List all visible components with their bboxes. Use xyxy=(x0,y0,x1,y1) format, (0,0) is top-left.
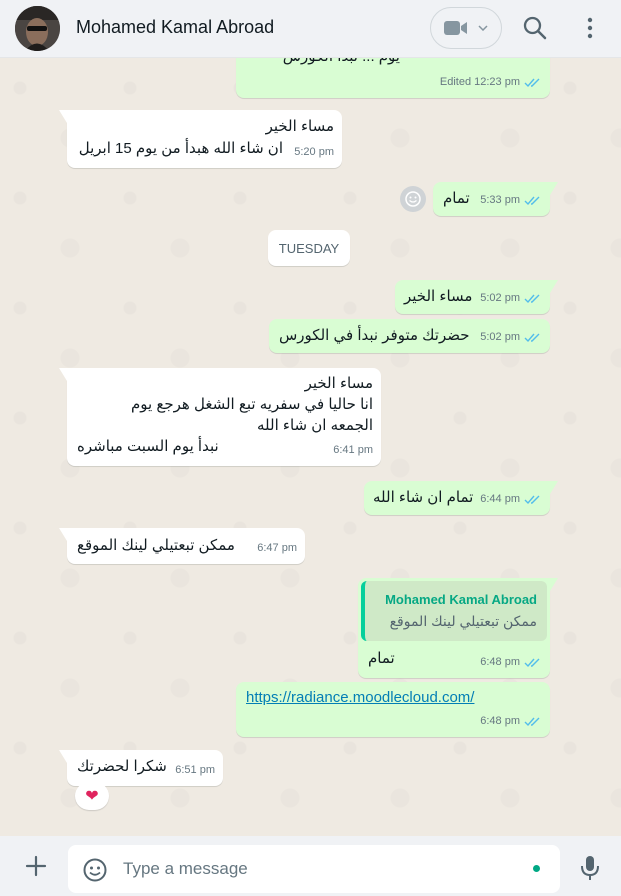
microphone-icon[interactable] xyxy=(580,854,600,882)
video-call-button[interactable] xyxy=(430,7,502,49)
search-icon[interactable] xyxy=(521,14,549,42)
attach-plus-icon[interactable] xyxy=(24,854,48,878)
message-meta: 5:33 pm xyxy=(480,190,542,211)
message-meta: 5:02 pm xyxy=(480,327,542,348)
message-text: تمام xyxy=(368,650,395,667)
message-text: تمام ان شاء الله xyxy=(373,489,474,506)
emoji-icon[interactable] xyxy=(82,857,108,883)
message-meta: 6:48 pm xyxy=(480,711,542,732)
message-out[interactable]: مساء الخير 5:02 pm xyxy=(395,280,558,314)
message-text: ممكن تبعتيلي لينك الموقع xyxy=(77,537,235,554)
message-line: ان شاء الله هبدأ من يوم 15 ابريل xyxy=(78,140,283,157)
message-link[interactable]: https://radiance.moodlecloud.com/ xyxy=(246,687,474,708)
message-input[interactable] xyxy=(123,854,523,884)
message-out[interactable]: يوم ... نبدأ الكورس Edited 12:23 pm xyxy=(236,58,550,98)
message-meta: 6:44 pm xyxy=(480,489,542,510)
message-out[interactable]: حضرتك متوفر نبدأ في الكورس 5:02 pm xyxy=(269,319,550,353)
message-meta: Edited 12:23 pm xyxy=(440,72,542,93)
quote-text: ممكن تبعتيلي لينك الموقع xyxy=(389,613,537,629)
read-receipt-icon xyxy=(524,495,540,505)
message-in[interactable]: مساء الخير انا حاليا في سفريه تبع الشغل … xyxy=(59,368,381,466)
message-out[interactable]: Mohamed Kamal Abroad ممكن تبعتيلي لينك ا… xyxy=(358,578,558,678)
chat-area[interactable]: يوم ... نبدأ الكورس Edited 12:23 pm مساء… xyxy=(0,58,621,836)
message-meta: 5:02 pm xyxy=(480,288,542,309)
message-meta: 6:48 pm xyxy=(480,652,542,673)
message-in[interactable]: مساء الخير ان شاء الله هبدأ من يوم 15 اب… xyxy=(59,110,342,168)
message-out[interactable]: https://radiance.moodlecloud.com/ 6:48 p… xyxy=(236,682,550,737)
chevron-down-icon xyxy=(478,25,488,31)
message-out[interactable]: تمام 5:33 pm xyxy=(433,182,558,216)
message-line: نبدأ يوم السبت مباشره xyxy=(77,438,219,455)
message-line: انا حاليا في سفريه تبع الشغل هرجع يوم xyxy=(131,396,373,413)
message-text: يوم ... نبدأ الكورس xyxy=(283,58,400,67)
composer-bar xyxy=(0,836,621,896)
contact-avatar[interactable] xyxy=(15,6,60,51)
contact-name[interactable]: Mohamed Kamal Abroad xyxy=(76,17,274,38)
heart-reaction[interactable]: ❤ xyxy=(75,782,109,810)
message-time: 6:47 pm xyxy=(257,542,297,554)
message-line: مساء الخير xyxy=(304,375,373,392)
message-in[interactable]: ممكن تبعتيلي لينك الموقع 6:47 pm xyxy=(59,528,305,564)
message-text: مساء الخير xyxy=(404,288,473,305)
date-divider: TUESDAY xyxy=(268,230,350,266)
quote-author: Mohamed Kamal Abroad xyxy=(385,592,537,607)
react-emoji-button[interactable] xyxy=(400,186,426,212)
message-time: 6:51 pm xyxy=(175,764,215,776)
message-time: 6:41 pm xyxy=(333,444,373,456)
chat-header: Mohamed Kamal Abroad xyxy=(0,0,621,58)
message-text: شكرا لحضرتك xyxy=(77,758,167,775)
message-time: 5:20 pm xyxy=(294,146,334,158)
read-receipt-icon xyxy=(524,333,540,343)
video-call-icon xyxy=(444,21,467,35)
quoted-message[interactable]: Mohamed Kamal Abroad ممكن تبعتيلي لينك ا… xyxy=(361,581,547,641)
message-input-wrapper xyxy=(68,845,560,893)
message-line: الجمعه ان شاء الله xyxy=(257,417,373,434)
read-receipt-icon xyxy=(524,294,540,304)
message-text: تمام xyxy=(443,190,470,207)
status-dot xyxy=(533,865,540,872)
read-receipt-icon xyxy=(524,78,540,88)
menu-icon[interactable] xyxy=(578,14,602,42)
read-receipt-icon xyxy=(524,717,540,727)
message-text: حضرتك متوفر نبدأ في الكورس xyxy=(279,327,470,344)
message-in[interactable]: شكرا لحضرتك 6:51 pm xyxy=(59,750,223,786)
read-receipt-icon xyxy=(524,196,540,206)
read-receipt-icon xyxy=(524,658,540,668)
smiley-icon xyxy=(405,191,421,207)
message-out[interactable]: تمام ان شاء الله 6:44 pm xyxy=(364,481,558,515)
message-line: مساء الخير xyxy=(265,118,334,135)
heart-icon: ❤ xyxy=(85,788,99,805)
